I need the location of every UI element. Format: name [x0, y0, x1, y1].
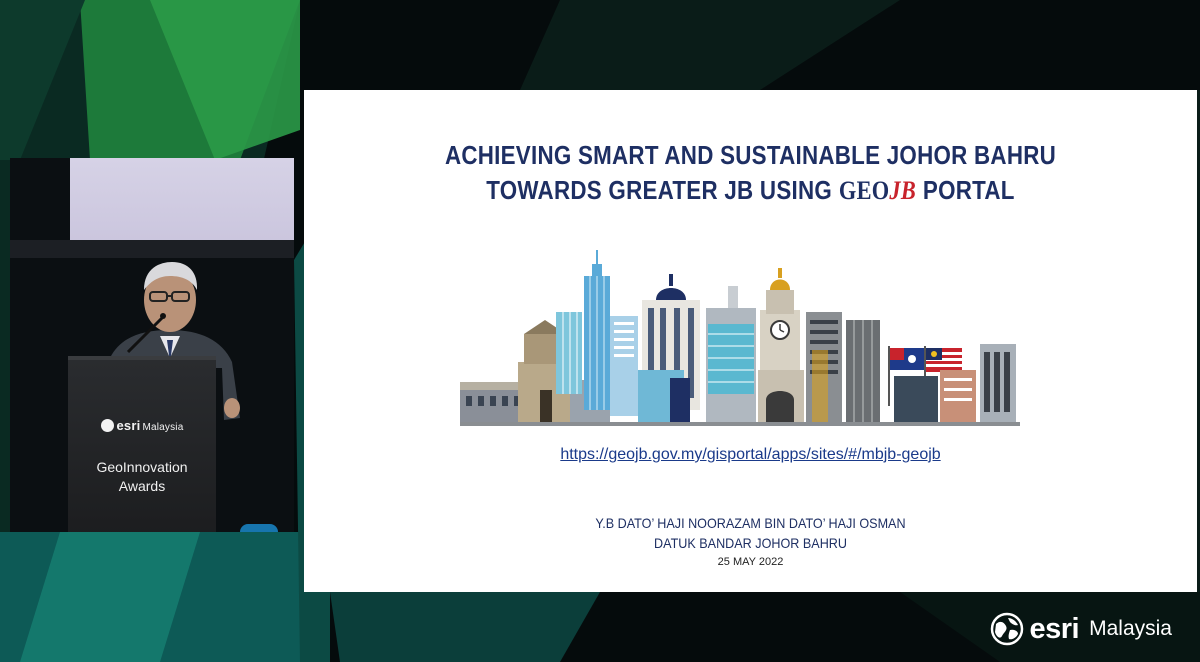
esri-globe-icon	[990, 612, 1023, 646]
esri-globe-icon	[100, 419, 114, 432]
slide-title-line2-prefix: TOWARDS GREATER JB USING	[486, 175, 833, 205]
watermark-region: Malaysia	[1089, 617, 1172, 640]
presentation-date: 25 MAY 2022	[717, 556, 784, 568]
geojb-logo-jb: JB	[889, 176, 917, 205]
presentation-slide: ACHIEVING SMART AND SUSTAINABLE JOHOR BA…	[304, 90, 1197, 592]
podium-region: Malaysia	[142, 422, 184, 433]
watermark-brand: esri	[1029, 612, 1080, 645]
speaker-video: esri Malaysia GeoInnovation Awards	[10, 158, 294, 532]
presenter-role: DATUK BANDAR JOHOR BAHRU	[654, 535, 847, 551]
slide-title-line2: TOWARDS GREATER JB USING GEOJB PORTAL	[367, 173, 1135, 208]
skyline-illustration	[460, 250, 1020, 426]
podium-event-line1: GeoInnovation	[96, 459, 188, 475]
podium: esri Malaysia GeoInnovation Awards	[68, 356, 216, 532]
geojb-logo-geo: GEO	[838, 176, 890, 205]
podium-brand: esri	[116, 418, 141, 433]
portal-link[interactable]: https://geojb.gov.my/gisportal/apps/site…	[304, 446, 1197, 464]
slide-title: ACHIEVING SMART AND SUSTAINABLE JOHOR BA…	[367, 138, 1135, 208]
stage-light	[240, 524, 278, 532]
podium-logo: esri Malaysia	[68, 418, 216, 433]
geojb-logo: GEOJB	[839, 173, 916, 208]
slide-title-line1: ACHIEVING SMART AND SUSTAINABLE JOHOR BA…	[444, 140, 1057, 170]
esri-malaysia-watermark: esri Malaysia	[990, 612, 1172, 646]
podium-event-line2: Awards	[118, 478, 166, 494]
presenter-name: Y.B DATO’ HAJI NOORAZAM BIN DATO’ HAJI O…	[595, 515, 906, 531]
podium-event-title: GeoInnovation Awards	[68, 458, 216, 496]
slide-title-line2-suffix: PORTAL	[922, 175, 1015, 205]
